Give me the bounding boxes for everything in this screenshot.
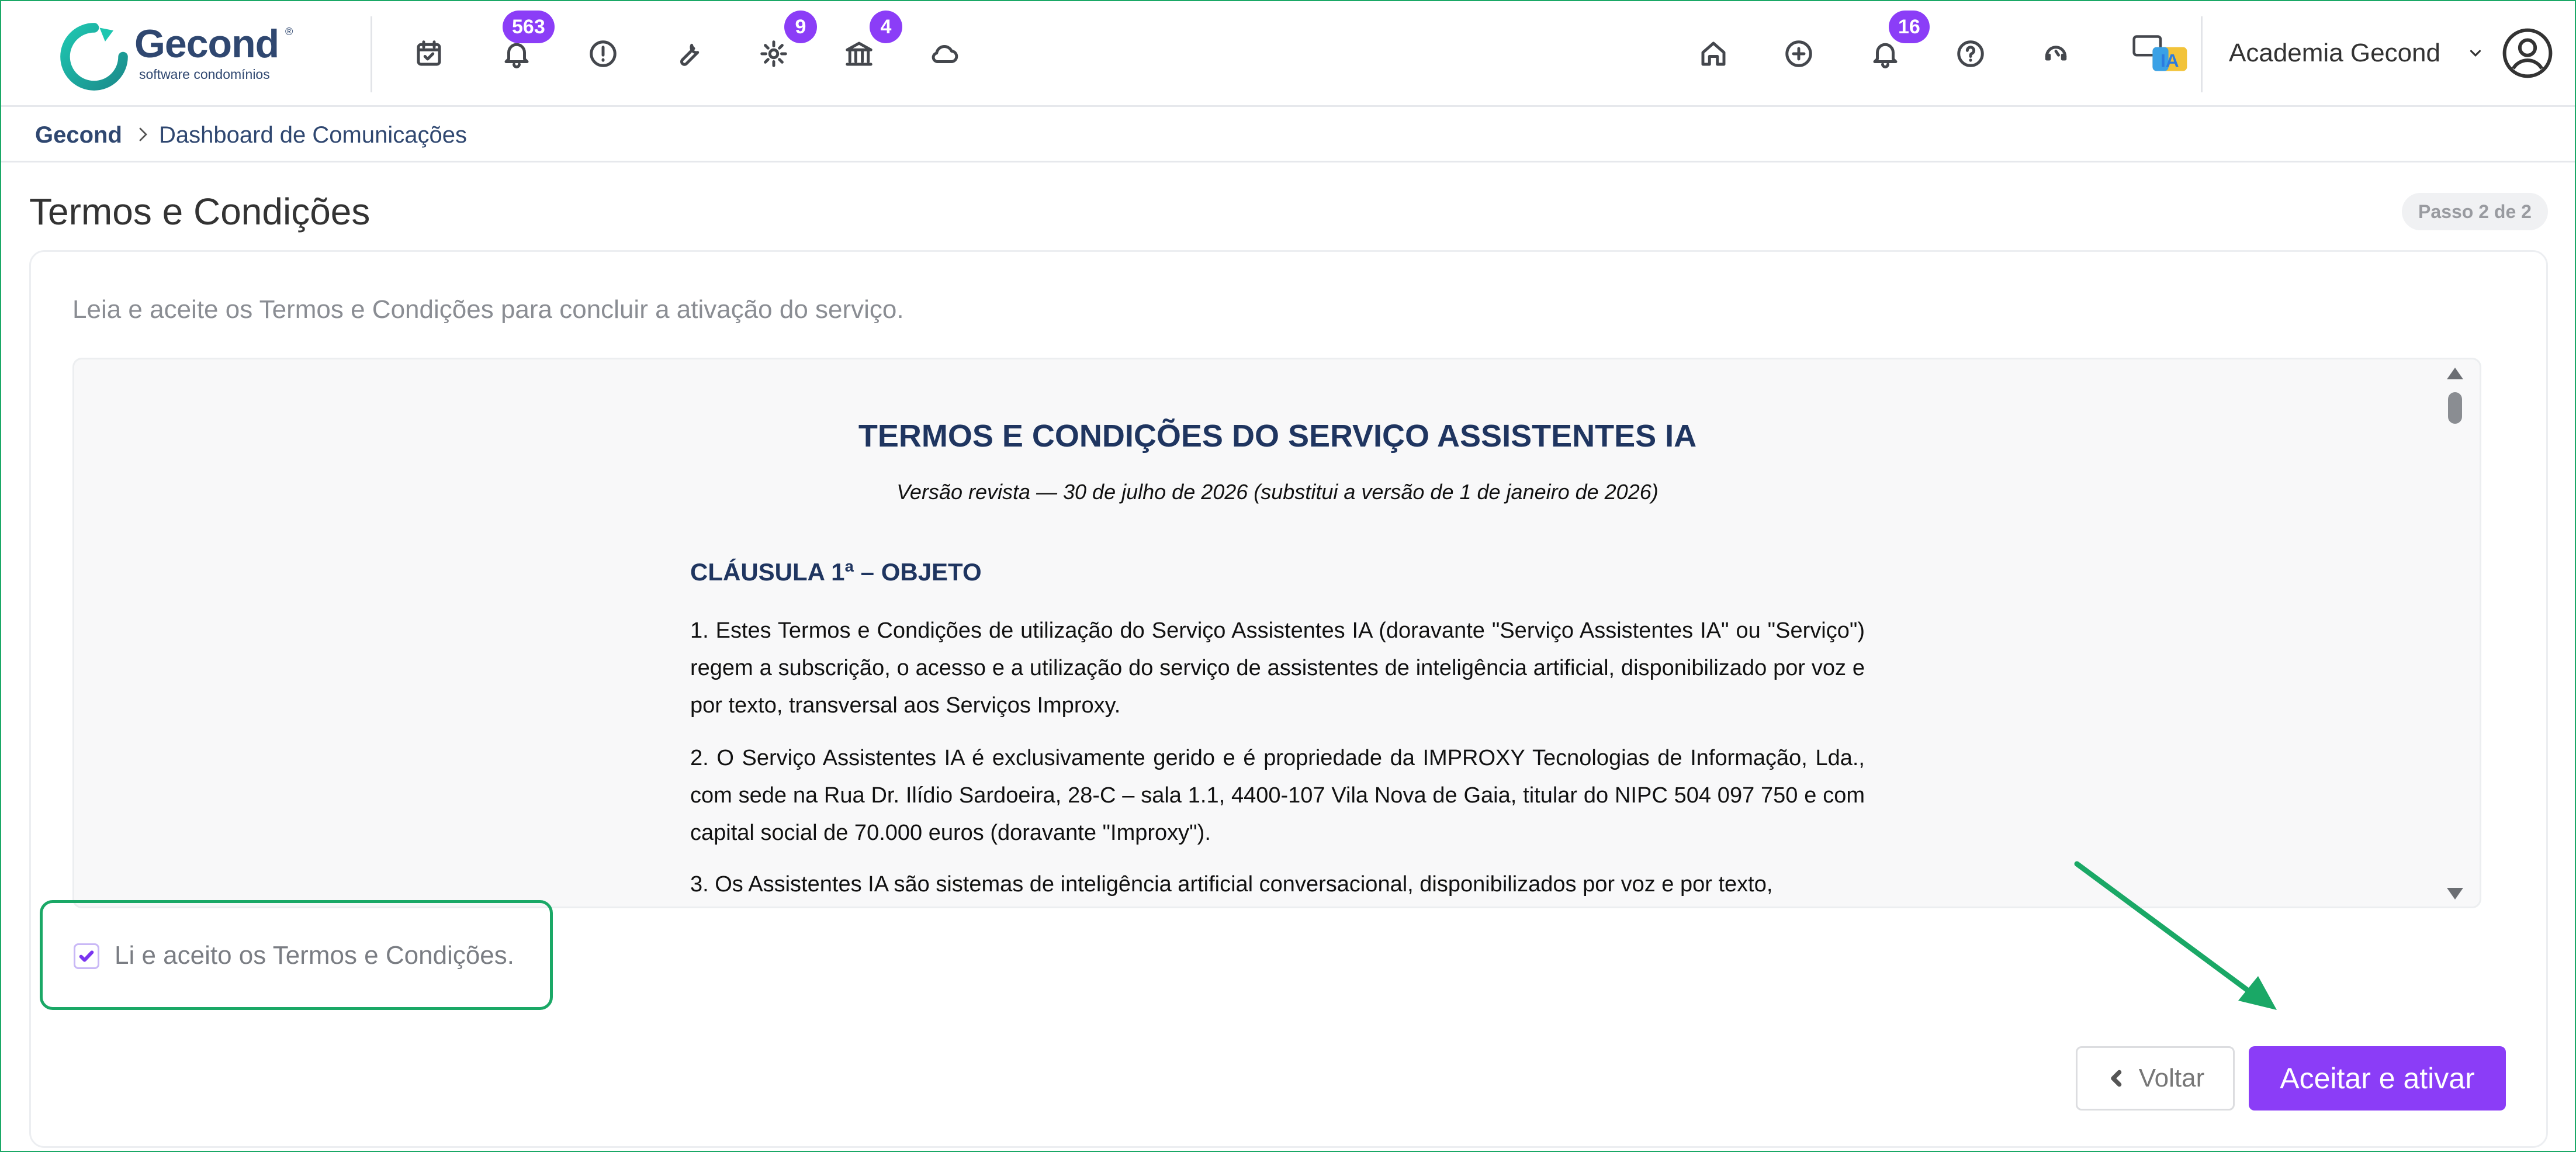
ia-assistant-label: IA [2160,50,2179,71]
back-button-label: Voltar [2138,1064,2205,1092]
breadcrumb-root[interactable]: Gecond [35,122,122,148]
document-version: Versão revista — 30 de julho de 2026 (su… [896,480,1659,504]
account-name[interactable]: Academia Gecond [2229,39,2440,68]
checkmark-icon [79,950,94,962]
brand-subtitle: software condomínios [139,67,270,82]
arrow-annotation-icon [2074,861,2277,1010]
top-bar: Gecond ® software condomínios 563 9 4 16 [1,1,2575,107]
clause-paragraph: 2. O Serviço Assistentes IA é exclusivam… [690,746,1865,845]
scroll-down-icon[interactable] [2447,888,2463,900]
bank-icon[interactable] [840,35,878,72]
gecond-logo[interactable]: Gecond ® software condomínios [60,19,305,92]
notifications-badge: 563 [503,11,555,43]
wrench-icon[interactable] [670,35,707,72]
scroll-up-icon[interactable] [2447,368,2463,379]
settings-badge: 9 [784,11,817,43]
chevron-down-icon[interactable] [2467,44,2484,62]
toolbar-divider [371,16,372,92]
bank-badge: 4 [870,11,902,43]
back-button[interactable]: Voltar [2076,1046,2235,1111]
calendar-check-icon[interactable] [410,35,448,72]
page-title: Termos e Condições [29,191,371,233]
ia-assistant-icon[interactable]: IA [2128,35,2193,72]
brand-name: Gecond [134,22,279,66]
accept-terms-label[interactable]: Li e aceito os Termos e Condições. [115,941,514,970]
user-circle-icon[interactable] [2501,27,2554,79]
help-circle-icon[interactable] [1952,35,1989,72]
gear-icon[interactable] [755,35,792,72]
clause-heading: CLÁUSULA 1ª – OBJETO [690,558,982,586]
chevron-left-icon [2110,1070,2121,1087]
clause-paragraph: 3. Os Assistentes IA são sistemas de int… [690,872,1773,897]
brand-registered-mark: ® [285,26,293,37]
clause-paragraph: 1. Estes Termos e Condições de utilizaçã… [690,618,1865,718]
alerts-badge: 16 [1889,11,1930,43]
cloud-icon[interactable] [926,35,963,72]
breadcrumb-current: Dashboard de Comunicações [159,122,467,148]
home-icon[interactable] [1695,35,1732,72]
accept-terms-checkbox[interactable] [74,943,99,969]
plus-circle-icon[interactable] [1780,35,1817,72]
toolbar-divider [2201,16,2203,92]
gecond-logo-icon [60,23,128,91]
accept-activate-button[interactable]: Aceitar e ativar [2249,1046,2506,1111]
terms-document[interactable]: TERMOS E CONDIÇÕES DO SERVIÇO ASSISTENTE… [72,358,2481,908]
intro-text: Leia e aceite os Termos e Condições para… [72,295,904,324]
step-indicator: Passo 2 de 2 [2402,193,2548,230]
support-headset-icon[interactable] [2037,35,2075,72]
document-scrollbar[interactable] [2445,368,2464,900]
breadcrumb: Gecond Dashboard de Comunicações [1,107,2575,162]
document-title: TERMOS E CONDIÇÕES DO SERVIÇO ASSISTENTE… [858,418,1697,454]
alert-circle-icon[interactable] [584,35,622,72]
chevron-right-icon [139,127,147,141]
scrollbar-thumb[interactable] [2448,392,2462,424]
